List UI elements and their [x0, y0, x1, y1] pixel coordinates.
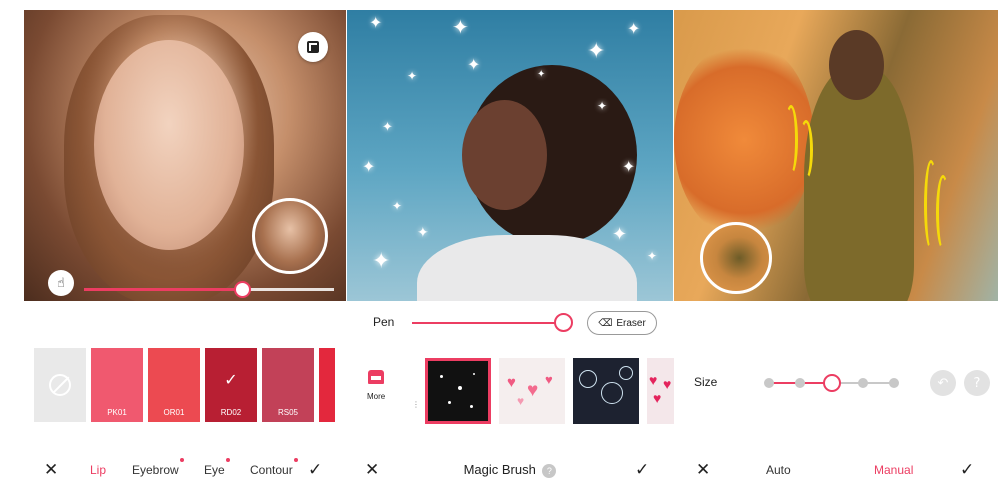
- eraser-label: Eraser: [616, 317, 646, 329]
- sparkle: ✦: [407, 69, 418, 83]
- size-step[interactable]: [764, 378, 774, 388]
- sparkle: ✦: [587, 38, 606, 63]
- sparkle: ✦: [372, 248, 391, 273]
- swatch-label: RS05: [277, 408, 298, 417]
- size-step[interactable]: [889, 378, 899, 388]
- brush-hearts[interactable]: ♥ ♥ ♥ ♥: [499, 358, 565, 424]
- reshape-stroke: [936, 175, 950, 250]
- reshape-panel: Size ↶ ? ✕ Auto Manual ✓: [674, 0, 998, 488]
- face-shape: [94, 40, 244, 250]
- magic-bottom-bar: ✕ Magic Brush ? ✓: [347, 458, 673, 482]
- intensity-fill: [84, 288, 242, 291]
- magic-brush-label: Magic Brush: [463, 462, 536, 478]
- help-icon[interactable]: ?: [964, 370, 990, 396]
- lip-color-swatch[interactable]: PK01: [91, 348, 143, 422]
- intensity-slider[interactable]: [84, 281, 334, 298]
- size-step-selected[interactable]: [822, 374, 841, 392]
- size-slider[interactable]: [764, 374, 899, 392]
- check-icon[interactable]: ✓: [635, 460, 649, 480]
- original-preview-thumbnail: [252, 198, 328, 274]
- lip-color-swatch[interactable]: RD02 ✓: [205, 348, 257, 422]
- sparkle: ✦: [537, 69, 546, 80]
- sparkle: ✦: [612, 224, 628, 244]
- touch-icon[interactable]: ☝: [48, 270, 74, 296]
- eraser-icon: ⌫: [598, 317, 613, 329]
- original-preview-thumbnail: [700, 222, 772, 294]
- sparkle: ✦: [382, 119, 393, 134]
- lip-color-swatch[interactable]: [319, 348, 335, 422]
- lip-color-swatches: PK01 OR01 RD02 ✓ RS05: [34, 348, 335, 422]
- reshape-bottom-bar: ✕ Auto Manual ✓: [674, 458, 998, 482]
- swatch-label: PK01: [107, 408, 127, 417]
- compare-icon[interactable]: [298, 32, 328, 62]
- reshape-stroke: [784, 105, 798, 175]
- undo-icon[interactable]: ↶: [930, 370, 956, 396]
- sparkle: ✦: [622, 159, 636, 176]
- scroll-indicator: ⋮: [412, 400, 420, 409]
- tab-lip[interactable]: Lip: [90, 463, 106, 477]
- close-icon[interactable]: ✕: [696, 460, 710, 480]
- magic-brush-panel: ✦ ✦ ✦ ✦ ✦ ✦ ✦ ✦ ✦ ✦ ✦ ✦ ✦ ✦ ✦ ✦ Pen ⌫ Er…: [347, 0, 681, 488]
- tab-auto[interactable]: Auto: [766, 463, 791, 477]
- pen-label: Pen: [373, 315, 395, 329]
- tab-manual[interactable]: Manual: [874, 463, 913, 477]
- help-icon[interactable]: ?: [542, 463, 557, 478]
- sparkle: ✦: [362, 159, 376, 176]
- lip-color-swatch[interactable]: OR01: [148, 348, 200, 422]
- tab-contour[interactable]: Contour: [250, 458, 298, 477]
- tab-eye-label: Eye: [204, 463, 225, 477]
- body-shape: [804, 65, 914, 301]
- selected-check-icon: ✓: [224, 372, 238, 389]
- tab-eye[interactable]: Eye: [204, 458, 230, 477]
- check-icon[interactable]: ✓: [308, 460, 322, 480]
- sparkle: ✦: [597, 99, 608, 113]
- flowers-photo: [674, 10, 998, 301]
- sparkle: ✦: [369, 15, 383, 32]
- more-button[interactable]: More: [367, 370, 385, 401]
- face-shape: [462, 100, 547, 210]
- sparkle: ✦: [467, 57, 481, 74]
- lip-makeup-panel: ☝ PK01 OR01 RD02 ✓ RS05 ✕ Lip Eyebrow Eye Co…: [24, 0, 346, 488]
- curly-hair-photo: ✦ ✦ ✦ ✦ ✦ ✦ ✦ ✦ ✦ ✦ ✦ ✦ ✦ ✦ ✦ ✦: [347, 10, 673, 301]
- tab-contour-label: Contour: [250, 463, 293, 477]
- check-icon[interactable]: ✓: [960, 460, 974, 480]
- lip-bottom-bar: ✕ Lip Eyebrow Eye Contour ✓: [24, 458, 346, 482]
- new-dot: [293, 458, 298, 462]
- intensity-thumb[interactable]: [233, 281, 251, 298]
- brush-list: ♥ ♥ ♥ ♥ ♥ ♥ ♥: [425, 358, 681, 424]
- lip-color-swatch[interactable]: RS05: [262, 348, 314, 422]
- portrait-photo: ☝: [24, 10, 346, 301]
- sparkle: ✦: [647, 249, 658, 263]
- new-dot: [179, 458, 184, 462]
- more-label: More: [367, 392, 386, 401]
- size-label: Size: [694, 375, 718, 389]
- size-step[interactable]: [795, 378, 806, 388]
- swatch-label: RD02: [220, 408, 242, 417]
- no-color-icon: [49, 374, 71, 396]
- store-icon: [368, 370, 385, 384]
- brush-bubbles[interactable]: [573, 358, 639, 424]
- close-icon[interactable]: ✕: [44, 460, 58, 480]
- sparkle: ✦: [417, 224, 429, 240]
- sparkle: ✦: [452, 17, 469, 39]
- swatch-none[interactable]: [34, 348, 86, 422]
- head-shape: [829, 30, 884, 100]
- shirt-shape: [417, 235, 637, 301]
- eraser-button[interactable]: ⌫ Eraser: [587, 311, 657, 335]
- pen-size-slider[interactable]: [412, 322, 564, 324]
- swatch-label: OR01: [163, 408, 185, 417]
- magic-brush-title: Magic Brush ?: [347, 462, 673, 478]
- tab-eyebrow-label: Eyebrow: [132, 463, 179, 477]
- pen-size-thumb[interactable]: [554, 313, 573, 332]
- sparkle: ✦: [392, 199, 403, 213]
- brush-stars[interactable]: [425, 358, 491, 424]
- new-dot: [225, 458, 230, 462]
- tab-eyebrow[interactable]: Eyebrow: [132, 458, 184, 477]
- reshape-stroke: [799, 120, 813, 180]
- size-step[interactable]: [857, 378, 868, 388]
- sparkle: ✦: [627, 21, 641, 38]
